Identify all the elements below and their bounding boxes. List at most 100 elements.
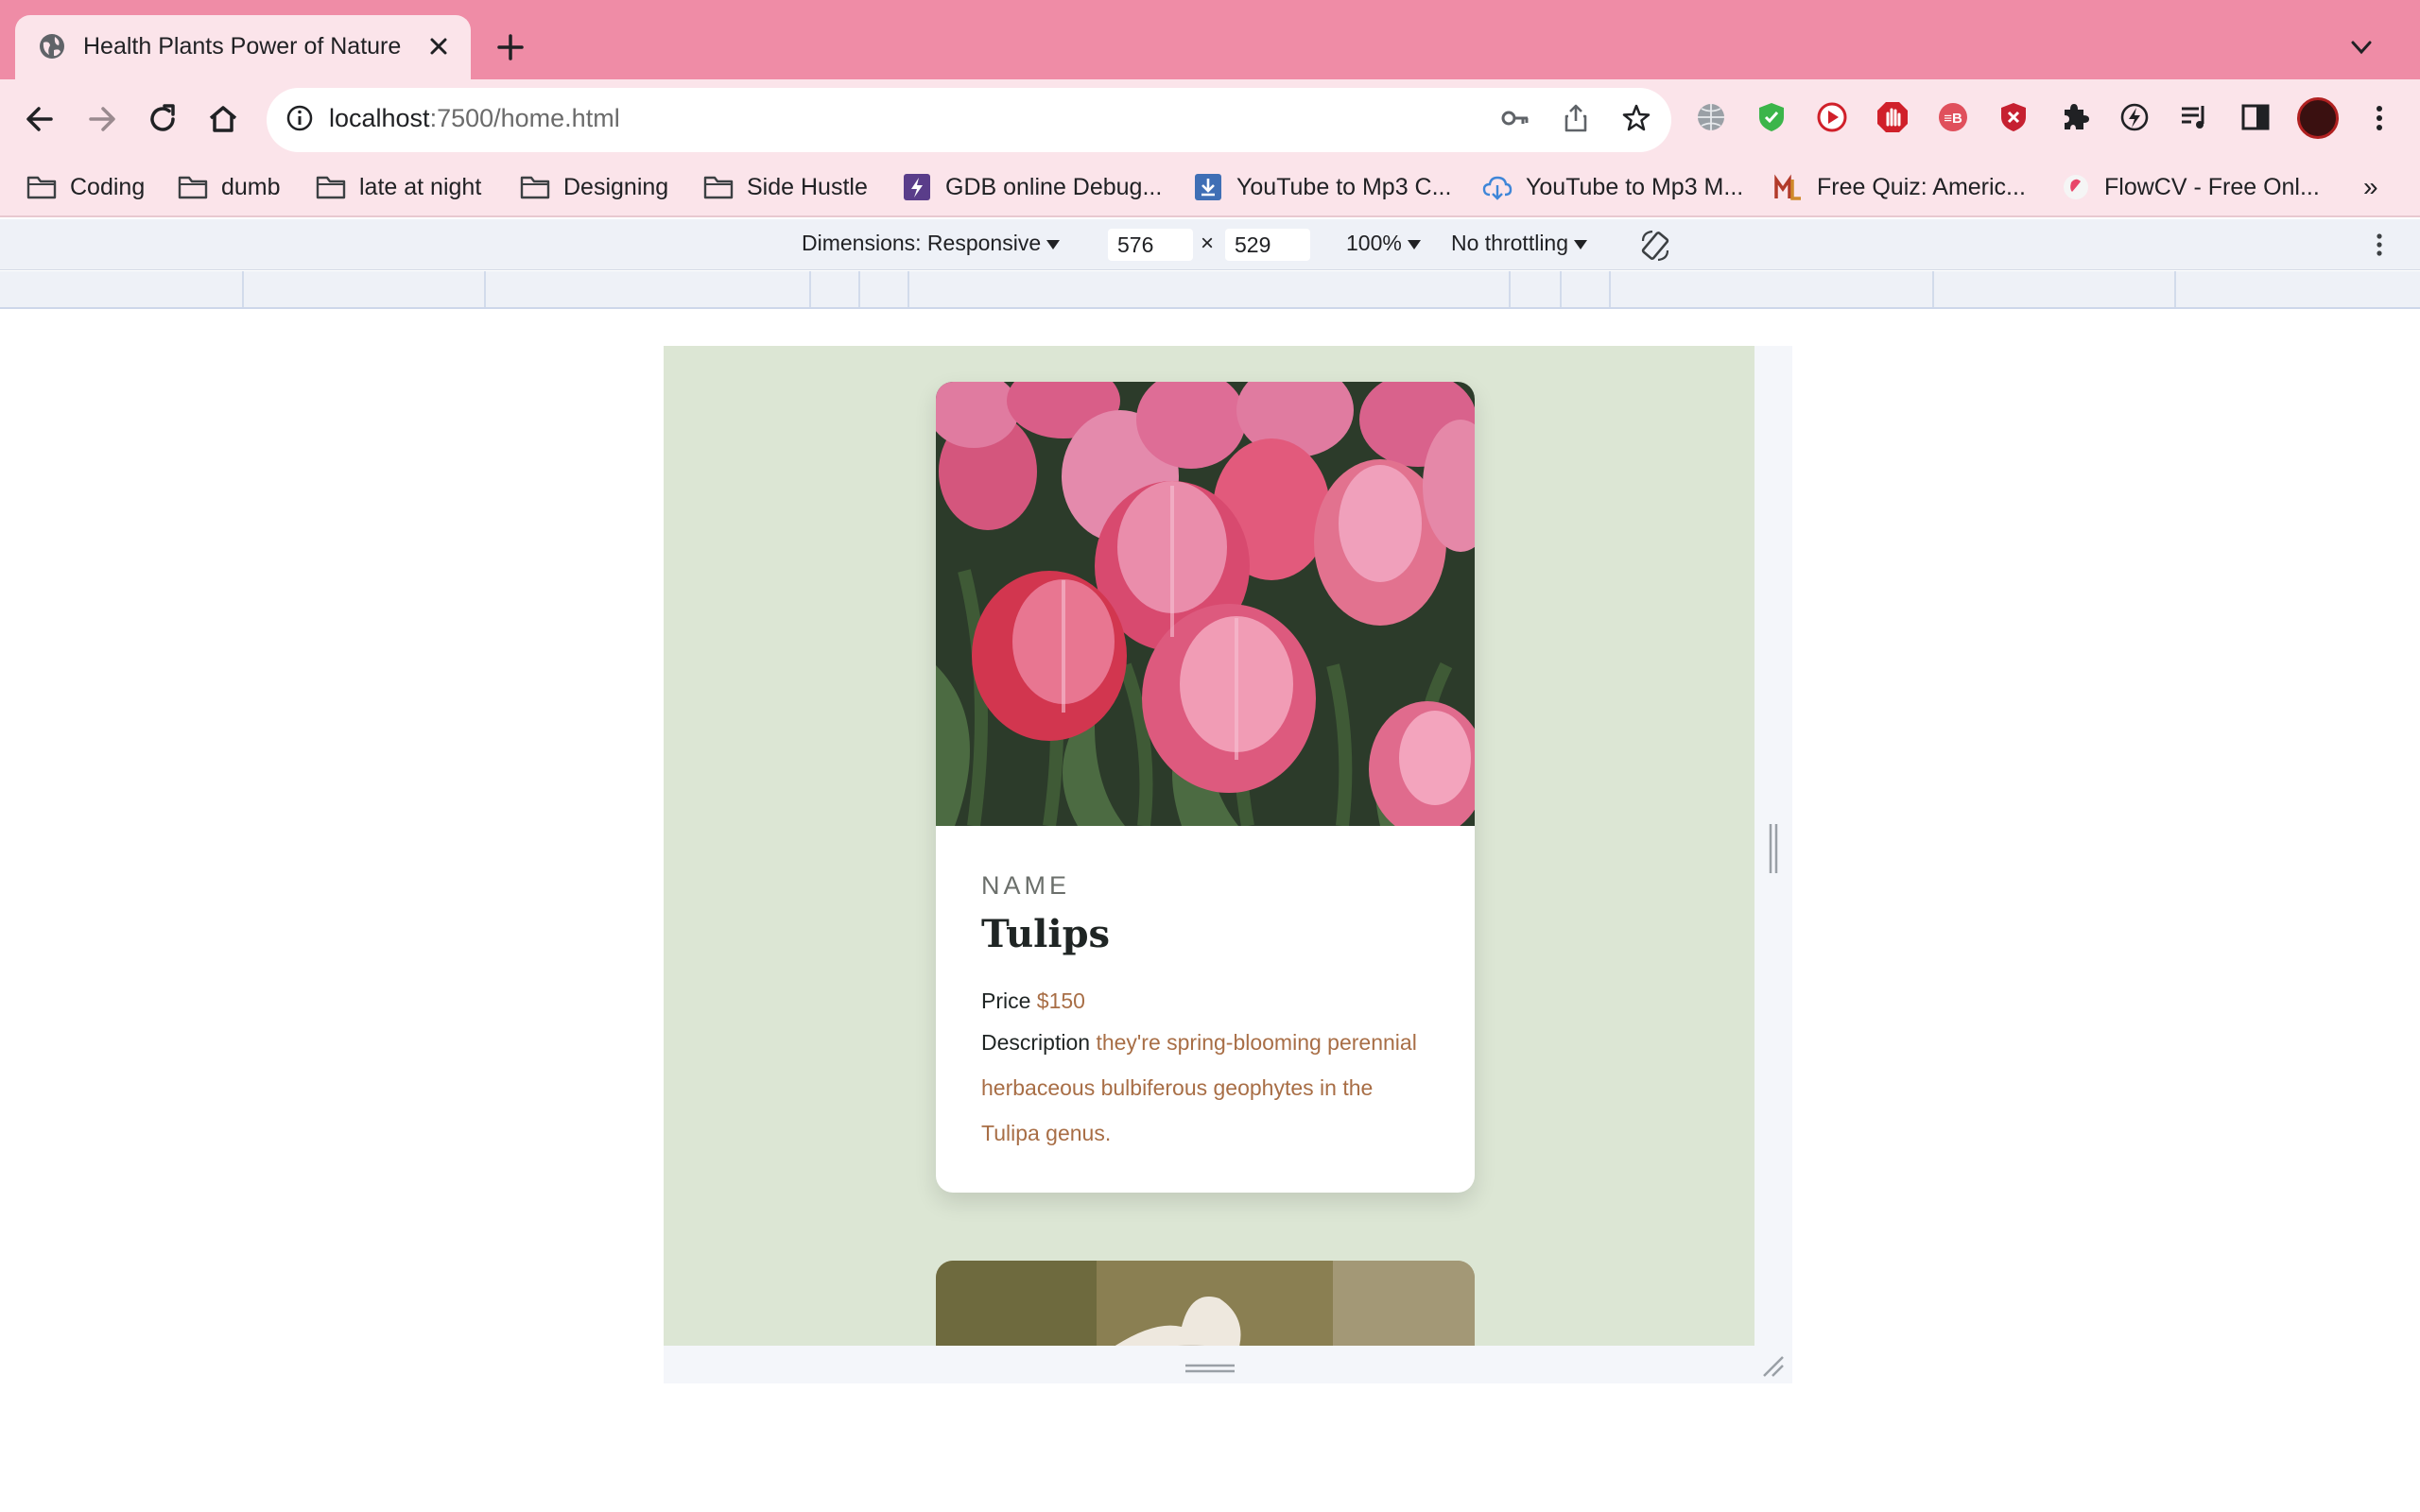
translate-globe-icon[interactable] bbox=[1694, 100, 1728, 134]
ruler-tick bbox=[242, 271, 244, 307]
card-description: Description they're spring-blooming pere… bbox=[981, 1020, 1435, 1156]
flowcv-icon bbox=[2064, 175, 2088, 199]
adblock-hand-icon[interactable] bbox=[1876, 100, 1910, 134]
device-toolbar: Dimensions: Responsive 576 × 529 100% No… bbox=[0, 219, 2420, 270]
more-vertical-icon[interactable] bbox=[2363, 229, 2395, 261]
caret-down-icon bbox=[1046, 239, 1061, 249]
price-label: Price bbox=[981, 988, 1031, 1013]
ruler-tick bbox=[1509, 271, 1511, 307]
ruler-tick bbox=[908, 271, 909, 307]
bookmark-item[interactable]: YouTube to Mp3 C... bbox=[1193, 168, 1451, 206]
browser-toolbar: localhost:7500/home.html ≡B bbox=[0, 79, 2420, 159]
resize-handle-bottom[interactable] bbox=[1185, 1364, 1235, 1373]
share-icon[interactable] bbox=[1560, 102, 1592, 134]
info-icon[interactable] bbox=[284, 102, 316, 134]
caret-down-icon bbox=[1407, 239, 1421, 249]
folder-icon bbox=[703, 176, 734, 199]
bookmark-label: Side Hustle bbox=[747, 173, 868, 200]
ruler-tick bbox=[484, 271, 486, 307]
bookmark-label: GDB online Debug... bbox=[945, 173, 1163, 200]
star-icon[interactable] bbox=[1620, 102, 1652, 134]
ruler-tick bbox=[809, 271, 811, 307]
bookmark-item[interactable]: late at night bbox=[316, 168, 481, 206]
zoom-dropdown[interactable]: 100% bbox=[1346, 231, 1421, 256]
folder-icon bbox=[520, 176, 550, 199]
card-label: NAME bbox=[981, 871, 1071, 900]
cloud-download-icon bbox=[1482, 176, 1512, 200]
side-panel-icon[interactable] bbox=[2238, 100, 2273, 134]
bookmark-label: late at night bbox=[359, 173, 482, 200]
url-text[interactable]: localhost:7500/home.html bbox=[329, 102, 620, 134]
tab-strip: Health Plants Power of Nature bbox=[0, 0, 2420, 79]
bookmark-item[interactable]: YouTube to Mp3 M... bbox=[1482, 168, 1743, 206]
profile-avatar[interactable] bbox=[2297, 97, 2339, 139]
download-icon bbox=[1195, 174, 1221, 200]
height-input[interactable]: 529 bbox=[1225, 229, 1310, 261]
bookmark-item[interactable]: Side Hustle bbox=[703, 168, 868, 206]
plant-card: NAME Tulips Price $150 Description they'… bbox=[936, 382, 1475, 1193]
key-icon[interactable] bbox=[1499, 102, 1531, 134]
card-body: NAME Tulips Price $150 Description they'… bbox=[981, 833, 1435, 1156]
plus-icon[interactable] bbox=[495, 32, 526, 62]
bookmark-label: YouTube to Mp3 M... bbox=[1526, 173, 1744, 200]
ruler-tick bbox=[1932, 271, 1934, 307]
caret-down-icon bbox=[1574, 239, 1588, 249]
card-price: Price $150 bbox=[981, 988, 1435, 1014]
chevron-down-icon[interactable] bbox=[2348, 34, 2375, 60]
bitly-extension-icon[interactable]: ≡B bbox=[1936, 100, 1970, 134]
shield-x-icon[interactable] bbox=[1996, 100, 2031, 134]
price-value: $150 bbox=[1036, 988, 1085, 1013]
folder-icon bbox=[178, 176, 208, 199]
resize-handle-right[interactable] bbox=[1768, 824, 1779, 873]
bookmark-item[interactable]: FlowCV - Free Onl... bbox=[2061, 168, 2320, 206]
bookmarks-overflow-button[interactable]: » bbox=[2363, 172, 2378, 202]
tab-title: Health Plants Power of Nature bbox=[83, 33, 402, 60]
reload-icon[interactable] bbox=[144, 100, 182, 138]
forward-arrow-icon[interactable] bbox=[83, 100, 121, 138]
dimensions-dropdown[interactable]: Dimensions: Responsive bbox=[802, 231, 1061, 256]
page-viewport: NAME Tulips Price $150 Description they'… bbox=[664, 346, 1754, 1346]
folder-icon bbox=[26, 176, 57, 199]
bookmark-label: Free Quiz: Americ... bbox=[1817, 173, 2026, 200]
card-title: Tulips bbox=[981, 912, 1111, 956]
plant-card bbox=[936, 1261, 1475, 1346]
zoom-label: 100% bbox=[1346, 231, 1402, 255]
ruler-tick bbox=[1609, 271, 1611, 307]
bookmarks-bar: Coding dumb late at night Designing Side… bbox=[0, 159, 2420, 217]
dimensions-label: Dimensions: Responsive bbox=[802, 231, 1042, 255]
bookmark-item[interactable]: Free Quiz: Americ... bbox=[1773, 168, 2026, 206]
throttling-dropdown[interactable]: No throttling bbox=[1451, 231, 1588, 256]
media-playlist-icon[interactable] bbox=[2178, 100, 2212, 134]
close-icon[interactable] bbox=[425, 33, 452, 60]
shield-check-icon[interactable] bbox=[1754, 100, 1789, 134]
more-vertical-icon[interactable] bbox=[2363, 102, 2395, 134]
puzzle-icon[interactable] bbox=[2057, 100, 2091, 134]
rotate-icon[interactable] bbox=[1637, 228, 1673, 264]
svg-text:≡B: ≡B bbox=[1944, 111, 1962, 127]
description-label: Description bbox=[981, 1030, 1091, 1055]
media-query-ruler[interactable] bbox=[0, 271, 2420, 309]
ruler-tick bbox=[858, 271, 860, 307]
folder-icon bbox=[316, 176, 346, 199]
lightning-circle-icon[interactable] bbox=[2118, 100, 2152, 134]
bookmark-item[interactable]: dumb bbox=[178, 168, 281, 206]
bookmark-item[interactable]: Coding bbox=[26, 168, 145, 206]
play-circle-icon[interactable] bbox=[1815, 100, 1849, 134]
globe-icon bbox=[40, 34, 64, 59]
flower-image bbox=[936, 1261, 1475, 1346]
bookmark-item[interactable]: Designing bbox=[520, 168, 668, 206]
resize-handle-corner[interactable] bbox=[1760, 1353, 1785, 1378]
home-icon[interactable] bbox=[204, 100, 242, 138]
bookmark-item[interactable]: GDB online Debug... bbox=[902, 168, 1162, 206]
throttling-label: No throttling bbox=[1451, 231, 1569, 255]
ruler-tick bbox=[1560, 271, 1562, 307]
bookmark-label: FlowCV - Free Onl... bbox=[2104, 173, 2320, 200]
bookmark-label: Designing bbox=[563, 173, 669, 200]
tulip-image bbox=[936, 382, 1475, 826]
bookmark-label: YouTube to Mp3 C... bbox=[1236, 173, 1452, 200]
dimension-separator: × bbox=[1201, 231, 1215, 256]
back-arrow-icon[interactable] bbox=[21, 100, 59, 138]
quiz-icon bbox=[1774, 174, 1801, 200]
url-host: localhost bbox=[329, 104, 430, 132]
width-input[interactable]: 576 bbox=[1108, 229, 1193, 261]
